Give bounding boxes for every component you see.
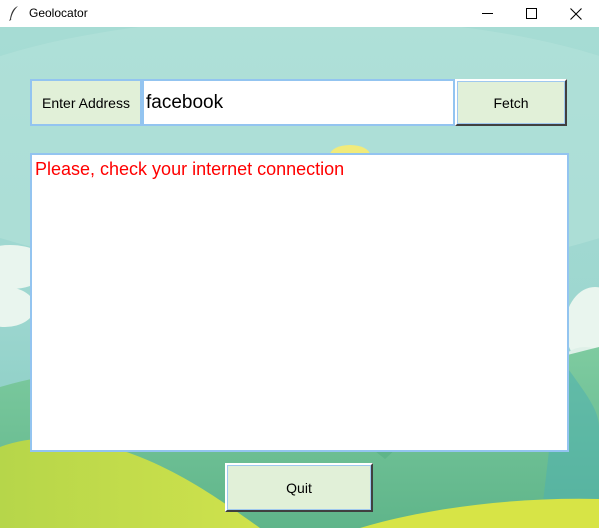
- close-icon: [570, 7, 582, 20]
- minimize-icon: [481, 13, 493, 14]
- window-title: Geolocator: [29, 6, 88, 20]
- address-label: Enter Address: [30, 79, 142, 126]
- result-textarea[interactable]: Please, check your internet connection: [30, 153, 569, 452]
- title-bar: Geolocator: [0, 0, 599, 27]
- quit-button[interactable]: Quit: [225, 463, 373, 512]
- minimize-button[interactable]: [464, 0, 510, 27]
- status-message: Please, check your internet connection: [35, 159, 345, 179]
- fetch-button[interactable]: Fetch: [455, 79, 567, 126]
- close-button[interactable]: [553, 0, 599, 27]
- maximize-button[interactable]: [508, 0, 554, 27]
- maximize-icon: [525, 8, 537, 19]
- address-input[interactable]: [142, 79, 455, 126]
- feather-icon: [8, 5, 20, 21]
